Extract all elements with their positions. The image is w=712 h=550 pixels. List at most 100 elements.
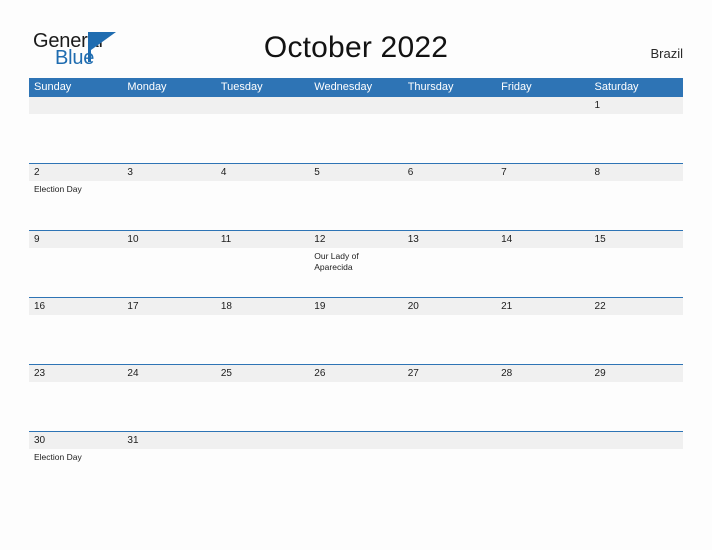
day-number[interactable] [403,432,496,449]
day-number[interactable]: 22 [590,298,683,315]
day-number[interactable]: 30 [29,432,122,449]
day-event[interactable] [496,114,589,163]
day-event[interactable] [309,382,402,431]
day-number[interactable]: 8 [590,164,683,181]
weekday-header-sunday: Sunday [34,81,72,93]
weekday-header-tuesday: Tuesday [220,81,263,93]
day-number[interactable]: 2 [29,164,122,181]
day-event[interactable] [309,449,402,498]
week-number-band: 23 24 25 26 27 28 29 [29,365,683,382]
week-event-band: Election Day [29,449,683,498]
day-event[interactable] [403,382,496,431]
day-event[interactable] [122,114,215,163]
day-number[interactable]: 28 [496,365,589,382]
week-event-band [29,382,683,431]
week-event-band [29,315,683,364]
day-event[interactable] [496,315,589,364]
day-number[interactable] [403,97,496,114]
week-row: 23 24 25 26 27 28 29 [29,364,683,431]
day-event[interactable] [403,315,496,364]
day-number[interactable]: 16 [29,298,122,315]
day-event[interactable] [496,382,589,431]
day-event[interactable] [590,114,683,163]
day-event[interactable] [403,181,496,230]
day-number[interactable] [216,432,309,449]
day-event[interactable] [122,315,215,364]
day-number[interactable]: 21 [496,298,589,315]
day-number[interactable]: 3 [122,164,215,181]
week-event-band: Election Day [29,181,683,230]
day-event[interactable] [216,248,309,297]
day-number[interactable]: 12 [309,231,402,248]
day-number[interactable]: 15 [590,231,683,248]
day-event[interactable] [590,315,683,364]
day-number[interactable] [122,97,215,114]
day-event[interactable] [216,382,309,431]
day-number[interactable]: 26 [309,365,402,382]
day-number[interactable]: 4 [216,164,309,181]
day-number[interactable] [496,432,589,449]
day-event[interactable] [29,315,122,364]
day-number[interactable] [216,97,309,114]
day-number[interactable]: 5 [309,164,402,181]
week-number-band: 2 3 4 5 6 7 8 [29,164,683,181]
day-number[interactable]: 29 [590,365,683,382]
day-number[interactable] [496,97,589,114]
day-number[interactable]: 7 [496,164,589,181]
day-number[interactable]: 17 [122,298,215,315]
day-number[interactable] [309,432,402,449]
day-event[interactable] [216,114,309,163]
day-number[interactable]: 9 [29,231,122,248]
day-event[interactable] [590,248,683,297]
day-number[interactable]: 1 [590,97,683,114]
day-number[interactable]: 10 [122,231,215,248]
day-number[interactable]: 13 [403,231,496,248]
day-event[interactable] [496,248,589,297]
day-event[interactable] [403,248,496,297]
day-event[interactable] [403,114,496,163]
day-number[interactable]: 18 [216,298,309,315]
weekday-header-monday: Monday [127,81,167,93]
day-event[interactable] [29,382,122,431]
day-event[interactable]: Election Day [29,181,122,230]
day-number[interactable]: 11 [216,231,309,248]
day-number[interactable]: 31 [122,432,215,449]
day-event[interactable] [309,181,402,230]
day-event[interactable] [216,315,309,364]
week-event-band: Our Lady of Aparecida [29,248,683,297]
day-event[interactable] [216,449,309,498]
day-event[interactable] [590,382,683,431]
day-number[interactable]: 20 [403,298,496,315]
day-event[interactable] [590,181,683,230]
day-event[interactable] [403,449,496,498]
day-number[interactable]: 6 [403,164,496,181]
day-event[interactable] [216,181,309,230]
day-event[interactable]: Election Day [29,449,122,498]
day-number[interactable]: 27 [403,365,496,382]
day-event[interactable] [29,114,122,163]
day-event[interactable] [122,449,215,498]
day-event[interactable] [496,181,589,230]
day-number[interactable]: 23 [29,365,122,382]
day-event[interactable] [309,114,402,163]
day-number[interactable]: 14 [496,231,589,248]
day-number[interactable] [590,432,683,449]
day-number[interactable] [29,97,122,114]
week-number-band: 1 [29,97,683,114]
day-event[interactable] [309,315,402,364]
day-event[interactable] [590,449,683,498]
week-row: 30 31 Election Day [29,431,683,498]
day-event[interactable] [122,248,215,297]
weekday-header-wednesday: Wednesday [314,81,373,93]
day-number[interactable]: 24 [122,365,215,382]
day-number[interactable]: 25 [216,365,309,382]
week-event-band [29,114,683,163]
day-event[interactable] [29,248,122,297]
day-number[interactable]: 19 [309,298,402,315]
day-event[interactable]: Our Lady of Aparecida [309,248,402,297]
day-event[interactable] [122,382,215,431]
day-event[interactable] [496,449,589,498]
weekday-header-row: Sunday Monday Tuesday Wednesday Thursday… [29,78,683,97]
day-number[interactable] [309,97,402,114]
day-event[interactable] [122,181,215,230]
